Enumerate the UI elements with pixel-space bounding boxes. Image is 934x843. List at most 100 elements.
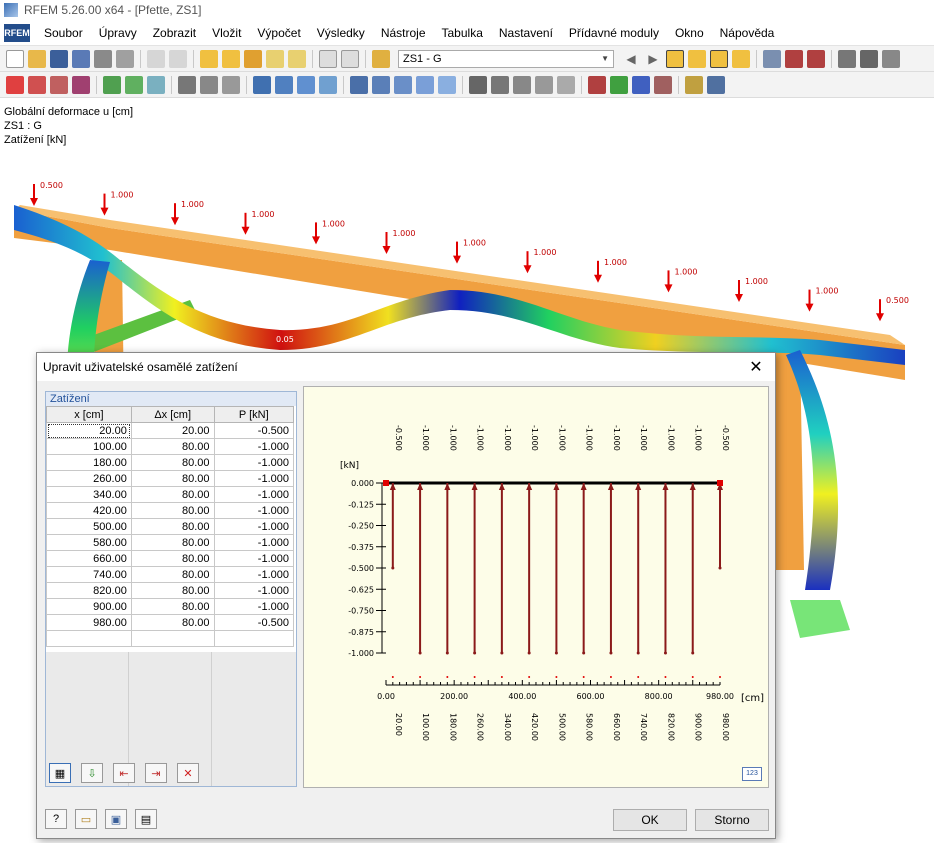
cell-x[interactable]: 660.00 <box>46 550 132 567</box>
menu-tabulka[interactable]: Tabulka <box>434 26 491 40</box>
cancel-button[interactable]: Storno <box>695 809 769 831</box>
hinge-icon[interactable] <box>147 75 165 94</box>
cell-x[interactable]: 100.00 <box>46 438 132 455</box>
open-folder-icon[interactable] <box>28 49 46 68</box>
axis-neg-x-icon[interactable] <box>654 75 672 94</box>
new-file-icon[interactable] <box>6 49 24 68</box>
values-icon[interactable] <box>688 49 706 68</box>
menu-zobrazit[interactable]: Zobrazit <box>145 26 204 40</box>
table-row-empty[interactable] <box>46 630 295 647</box>
section-icon[interactable] <box>785 49 803 68</box>
cell-dx[interactable]: 80.00 <box>130 550 215 567</box>
menu-nastroje[interactable]: Nástroje <box>373 26 434 40</box>
table-row[interactable]: 500.00 80.00 -1.000 <box>46 518 295 535</box>
display-icon[interactable] <box>350 75 368 94</box>
smooth-icon[interactable] <box>807 49 825 68</box>
cell-p[interactable]: -1.000 <box>213 598 295 615</box>
cell-dx[interactable]: 80.00 <box>130 614 215 631</box>
column-header-x[interactable]: x [cm] <box>46 406 132 423</box>
cell-empty[interactable] <box>130 630 215 647</box>
save-all-icon[interactable] <box>72 49 90 68</box>
table-row[interactable]: 980.00 80.00 -0.500 <box>46 614 295 631</box>
surfaces-display-icon[interactable] <box>416 75 434 94</box>
table-row[interactable]: 580.00 80.00 -1.000 <box>46 534 295 551</box>
previous-loadcase-icon[interactable]: ◀ <box>622 50 640 68</box>
save-icon[interactable]: ▣ <box>105 809 127 829</box>
loadcase-select[interactable]: ZS1 - G ▼ <box>398 49 614 68</box>
view-top-icon[interactable] <box>319 75 337 94</box>
results-icon[interactable] <box>266 49 284 68</box>
menu-nastaveni[interactable]: Nastavení <box>491 26 561 40</box>
axis-z-icon[interactable] <box>632 75 650 94</box>
results-on-icon[interactable] <box>666 49 684 68</box>
view-front-icon[interactable] <box>275 75 293 94</box>
select-icon[interactable]: ▦ <box>49 763 71 783</box>
max-values-icon[interactable] <box>732 49 750 68</box>
cell-p[interactable]: -1.000 <box>213 502 295 519</box>
measure-icon[interactable] <box>469 75 487 94</box>
cell-x[interactable]: 500.00 <box>46 518 132 535</box>
axis-x-icon[interactable] <box>588 75 606 94</box>
settings-icon[interactable] <box>882 49 900 68</box>
open-icon[interactable]: ▭ <box>75 809 97 829</box>
column-header-p[interactable]: P [kN] <box>213 406 295 423</box>
table-row[interactable]: 260.00 80.00 -1.000 <box>46 470 295 487</box>
cell-p[interactable]: -1.000 <box>213 438 295 455</box>
cell-x[interactable]: 420.00 <box>46 502 132 519</box>
table-row[interactable]: 180.00 80.00 -1.000 <box>46 454 295 471</box>
diagram-icon[interactable] <box>838 49 856 68</box>
cell-dx[interactable]: 80.00 <box>130 486 215 503</box>
render-icon[interactable] <box>557 75 575 94</box>
help-icon[interactable]: ? <box>45 809 67 829</box>
zoom-icon[interactable] <box>222 49 240 68</box>
member-icon[interactable] <box>50 75 68 94</box>
table-row[interactable]: 900.00 80.00 -1.000 <box>46 598 295 615</box>
close-icon[interactable]: ✕ <box>745 357 767 377</box>
surface-icon[interactable] <box>103 75 121 94</box>
target-icon[interactable] <box>244 49 262 68</box>
eye-icon[interactable] <box>710 49 728 68</box>
table-row[interactable]: 660.00 80.00 -1.000 <box>46 550 295 567</box>
loadcase-icon[interactable] <box>372 49 390 68</box>
cell-dx[interactable]: 80.00 <box>130 534 215 551</box>
menu-vlozit[interactable]: Vložit <box>204 26 249 40</box>
cell-p[interactable]: -1.000 <box>213 582 295 599</box>
line-icon[interactable] <box>28 75 46 94</box>
column-header-dx[interactable]: Δx [cm] <box>130 406 215 423</box>
redo-icon[interactable] <box>169 49 187 68</box>
undo-icon[interactable] <box>147 49 165 68</box>
cell-x[interactable]: 260.00 <box>46 470 132 487</box>
print-preview-icon[interactable] <box>116 49 134 68</box>
delete-all-icon[interactable]: ✕ <box>177 763 199 783</box>
cell-p[interactable]: -1.000 <box>213 534 295 551</box>
solids-display-icon[interactable] <box>438 75 456 94</box>
cell-x[interactable]: 980.00 <box>46 614 132 631</box>
cell-dx[interactable]: 80.00 <box>130 566 215 583</box>
cell-x[interactable]: 900.00 <box>46 598 132 615</box>
view-side-icon[interactable] <box>297 75 315 94</box>
table-icon[interactable] <box>319 49 337 68</box>
cell-x[interactable]: 180.00 <box>46 454 132 471</box>
cell-p[interactable]: -1.000 <box>213 566 295 583</box>
cell-dx[interactable]: 80.00 <box>130 470 215 487</box>
table-row[interactable]: 20.00 20.00 -0.500 <box>46 422 295 439</box>
values-toggle-icon[interactable]: 123 <box>742 767 762 781</box>
menu-upravy[interactable]: Úpravy <box>91 26 145 40</box>
cell-p[interactable]: -1.000 <box>213 550 295 567</box>
cell-x[interactable]: 740.00 <box>46 566 132 583</box>
menu-vysledky[interactable]: Výsledky <box>309 26 373 40</box>
table-row[interactable]: 740.00 80.00 -1.000 <box>46 566 295 583</box>
import-icon[interactable]: ⇩ <box>81 763 103 783</box>
mesh-icon[interactable] <box>860 49 878 68</box>
chevron-down-icon[interactable]: ▼ <box>601 54 609 63</box>
zoom-window-icon[interactable] <box>491 75 509 94</box>
table-row[interactable]: 820.00 80.00 -1.000 <box>46 582 295 599</box>
cell-p[interactable]: -1.000 <box>213 486 295 503</box>
grid-icon[interactable] <box>341 49 359 68</box>
next-loadcase-icon[interactable]: ▶ <box>644 50 662 68</box>
node-icon[interactable] <box>6 75 24 94</box>
table-row[interactable]: 100.00 80.00 -1.000 <box>46 438 295 455</box>
table-row[interactable]: 420.00 80.00 -1.000 <box>46 502 295 519</box>
rotate-icon[interactable] <box>535 75 553 94</box>
members-display-icon[interactable] <box>394 75 412 94</box>
